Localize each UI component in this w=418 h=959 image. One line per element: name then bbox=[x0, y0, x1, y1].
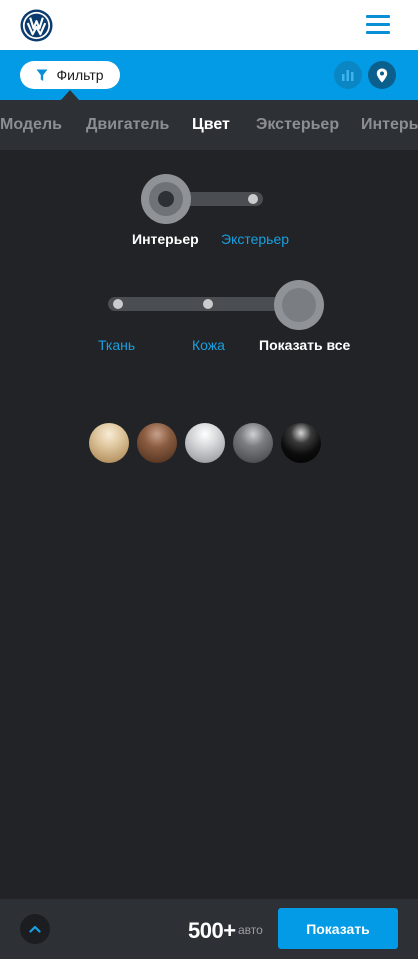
material-toggle-knob[interactable] bbox=[274, 280, 324, 330]
tab-interior[interactable]: Интерьер bbox=[361, 116, 418, 134]
material-toggle-knob-inner bbox=[282, 288, 316, 322]
filter-button-label: Фильтр bbox=[56, 67, 104, 83]
scroll-up-button[interactable] bbox=[20, 914, 50, 944]
swatch-silver[interactable] bbox=[185, 423, 225, 463]
view-option-interior[interactable]: Интерьер bbox=[132, 231, 199, 247]
bottom-bar: 500+ авто Показать bbox=[0, 899, 418, 959]
swatch-grey[interactable] bbox=[233, 423, 273, 463]
view-toggle-dot-exterior[interactable] bbox=[248, 194, 258, 204]
tab-exterior[interactable]: Экстерьер bbox=[256, 116, 339, 134]
swatch-brown[interactable] bbox=[137, 423, 177, 463]
material-option-all[interactable]: Показать все bbox=[259, 337, 350, 353]
chevron-up-icon bbox=[29, 925, 41, 933]
view-toggle-knob-inner bbox=[149, 182, 183, 216]
category-tabs: Модель Двигатель Цвет Экстерьер Интерьер bbox=[0, 100, 418, 150]
filter-button[interactable]: Фильтр bbox=[20, 61, 120, 89]
stats-button[interactable] bbox=[334, 61, 362, 89]
swatch-black[interactable] bbox=[281, 423, 321, 463]
material-toggle-dot-fabric[interactable] bbox=[113, 299, 123, 309]
material-option-fabric[interactable]: Ткань bbox=[98, 337, 135, 353]
show-results-button[interactable]: Показать bbox=[278, 908, 398, 949]
tab-model[interactable]: Модель bbox=[0, 116, 62, 134]
header bbox=[0, 0, 418, 50]
view-toggle-knob-center bbox=[158, 191, 174, 207]
swatch-beige[interactable] bbox=[89, 423, 129, 463]
view-option-exterior[interactable]: Экстерьер bbox=[221, 231, 289, 247]
hamburger-menu-icon[interactable] bbox=[366, 13, 390, 35]
funnel-icon bbox=[36, 69, 48, 81]
material-toggle-dot-leather[interactable] bbox=[203, 299, 213, 309]
material-option-leather[interactable]: Кожа bbox=[192, 337, 225, 353]
filter-arrow bbox=[61, 90, 79, 100]
view-toggle-knob[interactable] bbox=[141, 174, 191, 224]
result-count-unit: авто bbox=[238, 923, 263, 937]
vw-logo-icon[interactable] bbox=[20, 9, 53, 42]
tab-color[interactable]: Цвет bbox=[192, 116, 230, 134]
map-button[interactable] bbox=[368, 61, 396, 89]
map-pin-icon bbox=[376, 68, 388, 82]
bar-chart-icon bbox=[342, 70, 354, 81]
tab-engine[interactable]: Двигатель bbox=[86, 116, 169, 134]
result-count: 500+ bbox=[188, 918, 236, 943]
